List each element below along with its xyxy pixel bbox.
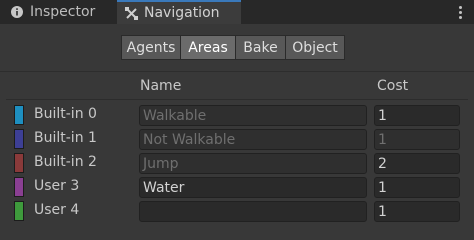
area-color-swatch[interactable]: [14, 105, 24, 125]
tab-navigation-label: Navigation: [144, 5, 220, 21]
window-tab-bar: Inspector Navigation: [0, 0, 474, 24]
area-name-field[interactable]: Not Walkable: [139, 129, 367, 150]
subtab-agents[interactable]: Agents: [121, 35, 181, 60]
area-color-swatch[interactable]: [14, 129, 24, 149]
tab-inspector[interactable]: Inspector: [0, 0, 114, 24]
area-name-field[interactable]: [139, 201, 367, 222]
area-row: Built-in 0 Walkable 1: [0, 103, 474, 127]
subtab-bake[interactable]: Bake: [235, 35, 286, 60]
tab-navigation[interactable]: Navigation: [117, 0, 241, 24]
tab-inspector-label: Inspector: [30, 4, 96, 20]
subtab-areas[interactable]: Areas: [180, 35, 236, 60]
area-cost-field[interactable]: 2: [374, 153, 460, 174]
area-label: User 3: [34, 178, 80, 194]
column-header-name: Name: [140, 78, 182, 94]
more-options-icon[interactable]: [454, 2, 466, 22]
area-name-field[interactable]: Walkable: [139, 105, 367, 126]
area-name-field[interactable]: Water: [139, 177, 367, 198]
subtab-object[interactable]: Object: [285, 35, 345, 60]
area-label: Built-in 1: [34, 130, 97, 146]
navigation-subtabs: Agents Areas Bake Object: [121, 35, 345, 60]
area-cost-field[interactable]: 1: [374, 105, 460, 126]
column-header-cost: Cost: [377, 78, 409, 94]
area-color-swatch[interactable]: [14, 177, 24, 197]
area-label: User 4: [34, 202, 80, 218]
area-row: User 3 Water 1: [0, 175, 474, 199]
navigation-icon: [124, 6, 138, 20]
divider: [0, 71, 474, 72]
area-color-swatch[interactable]: [14, 201, 24, 221]
area-name-field[interactable]: Jump: [139, 153, 367, 174]
area-label: Built-in 0: [34, 106, 97, 122]
info-icon: [10, 5, 24, 19]
area-row: User 4 1: [0, 199, 474, 223]
area-cost-field[interactable]: 1: [374, 177, 460, 198]
area-row: Built-in 1 Not Walkable 1: [0, 127, 474, 151]
header-divider: [6, 99, 468, 100]
area-cost-field[interactable]: 1: [374, 201, 460, 222]
area-label: Built-in 2: [34, 154, 97, 170]
area-row: Built-in 2 Jump 2: [0, 151, 474, 175]
area-cost-field[interactable]: 1: [374, 129, 460, 150]
area-color-swatch[interactable]: [14, 153, 24, 173]
